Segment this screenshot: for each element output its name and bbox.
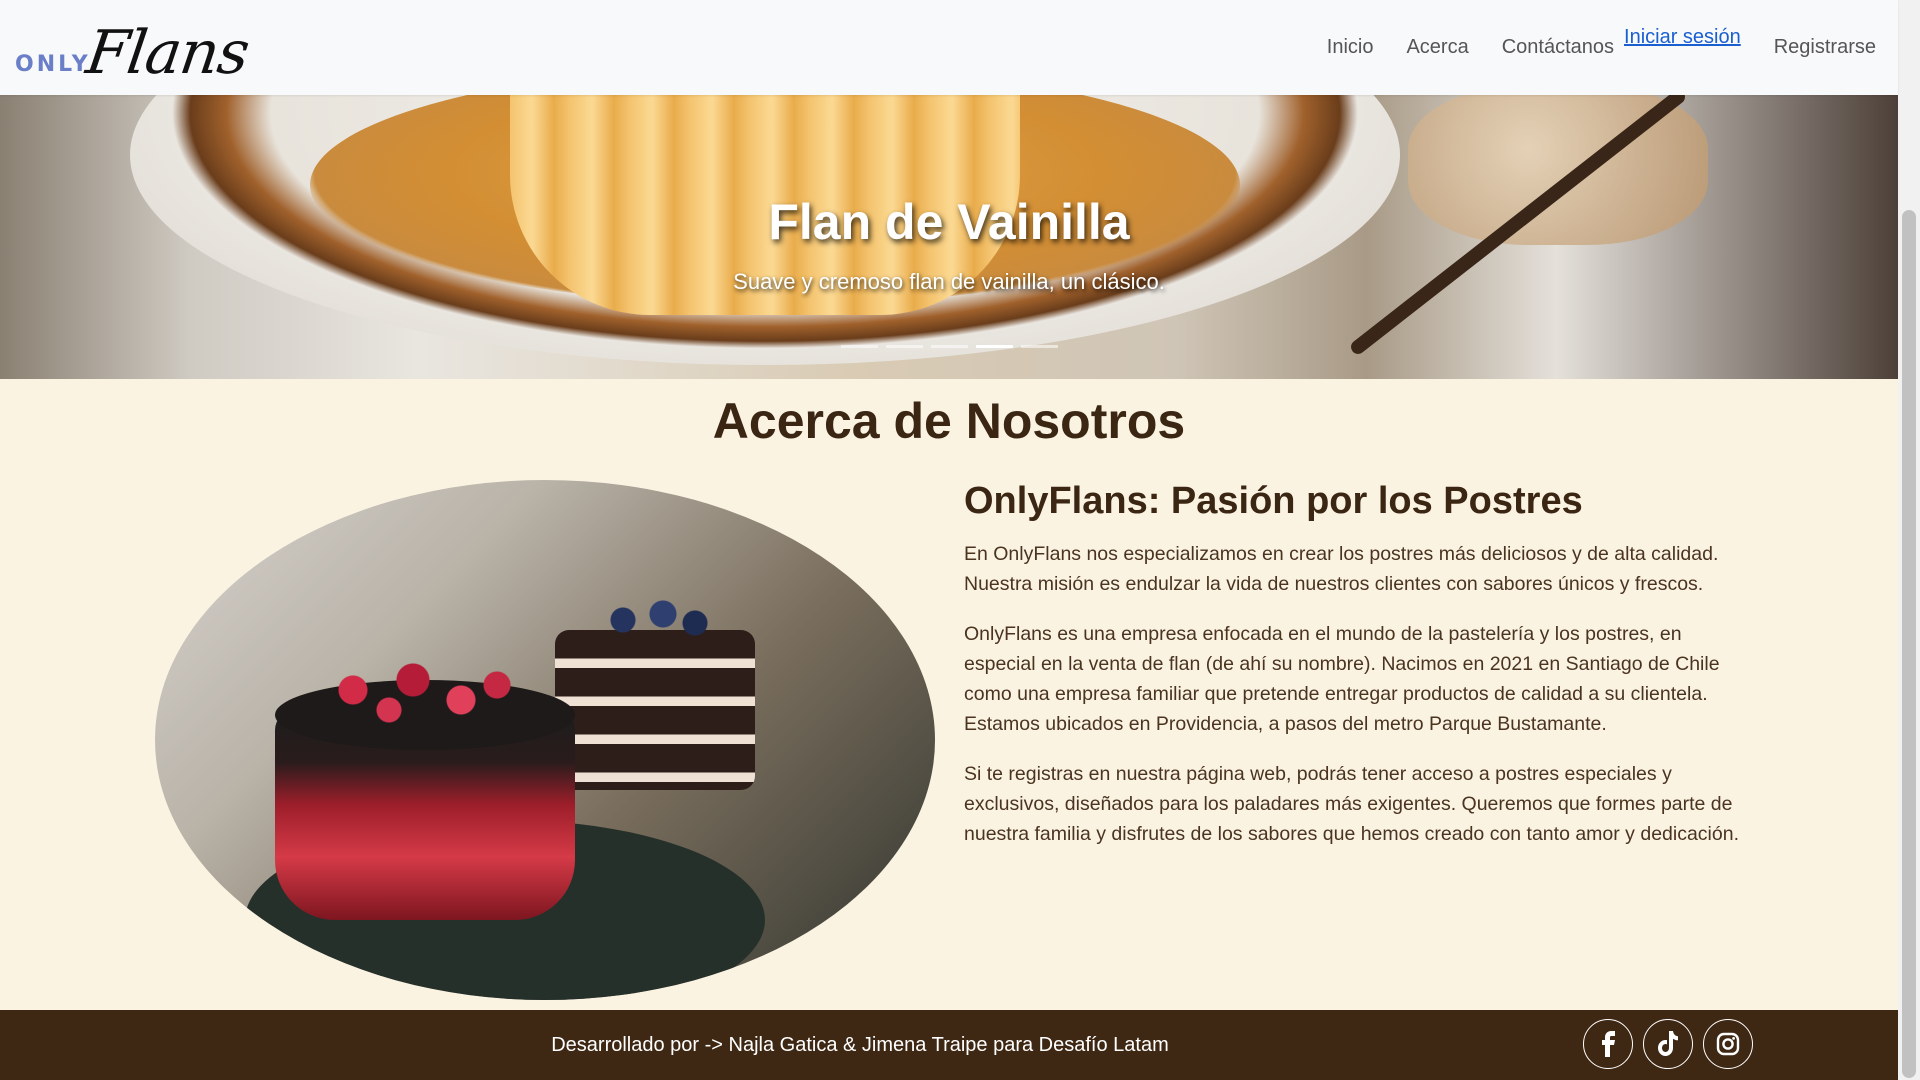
tiktok-icon[interactable] (1643, 1019, 1693, 1069)
nav-links: Inicio Acerca Contáctanos Iniciar sesión… (1327, 0, 1876, 95)
brand-flans-text: Flans (81, 17, 253, 88)
nav-link-contactanos[interactable]: Contáctanos (1502, 36, 1614, 59)
hero-subtitle: Suave y cremoso flan de vainilla, un clá… (733, 269, 1165, 294)
hero-title: Flan de Vainilla (768, 194, 1130, 250)
blueberries (575, 590, 735, 650)
page-scrollbar[interactable] (1898, 0, 1920, 1080)
facebook-icon[interactable] (1583, 1019, 1633, 1069)
nav-link-iniciar-sesion[interactable]: Iniciar sesión (1624, 26, 1741, 49)
nav-link-inicio[interactable]: Inicio (1327, 36, 1374, 59)
footer: Desarrollado por -> Najla Gatica & Jimen… (0, 1010, 1898, 1080)
brand-logo[interactable]: ONLY Flans (15, 13, 253, 88)
scrollbar-thumb[interactable] (1902, 210, 1916, 1078)
about-paragraph-2: OnlyFlans es una empresa enfocada en el … (964, 623, 1720, 735)
nav-link-registrarse[interactable]: Registrarse (1774, 36, 1876, 59)
hero-caption: Flan de Vainilla Suave y cremoso flan de… (0, 193, 1898, 295)
about-title: Acerca de Nosotros (712, 393, 1186, 449)
carousel-indicators (0, 345, 1898, 348)
about-text: OnlyFlans: Pasión por los Postres En Onl… (964, 480, 1744, 869)
raspberries (305, 640, 545, 740)
chocolate-cake (555, 630, 755, 790)
carousel-indicator-2[interactable] (885, 345, 923, 348)
carousel-indicator-4[interactable] (975, 345, 1013, 348)
hero-carousel[interactable]: Flan de Vainilla Suave y cremoso flan de… (0, 95, 1898, 379)
about-paragraph-3: Si te registras en nuestra página web, p… (964, 763, 1740, 845)
carousel-indicator-3[interactable] (930, 345, 968, 348)
about-paragraph-1: En OnlyFlans nos especializamos en crear… (964, 543, 1719, 595)
carousel-indicator-5[interactable] (1020, 345, 1058, 348)
instagram-icon[interactable] (1703, 1019, 1753, 1069)
cakes-image (155, 480, 935, 1000)
carousel-indicator-1[interactable] (840, 345, 878, 348)
brand-only-text: ONLY (15, 51, 91, 77)
footer-credits: Desarrollado por -> Najla Gatica & Jimen… (551, 1033, 1169, 1056)
about-subtitle: OnlyFlans: Pasión por los Postres (964, 480, 1583, 522)
nav-link-acerca[interactable]: Acerca (1406, 36, 1468, 59)
navbar: ONLY Flans Inicio Acerca Contáctanos Ini… (0, 0, 1898, 95)
social-links (1583, 1019, 1763, 1069)
